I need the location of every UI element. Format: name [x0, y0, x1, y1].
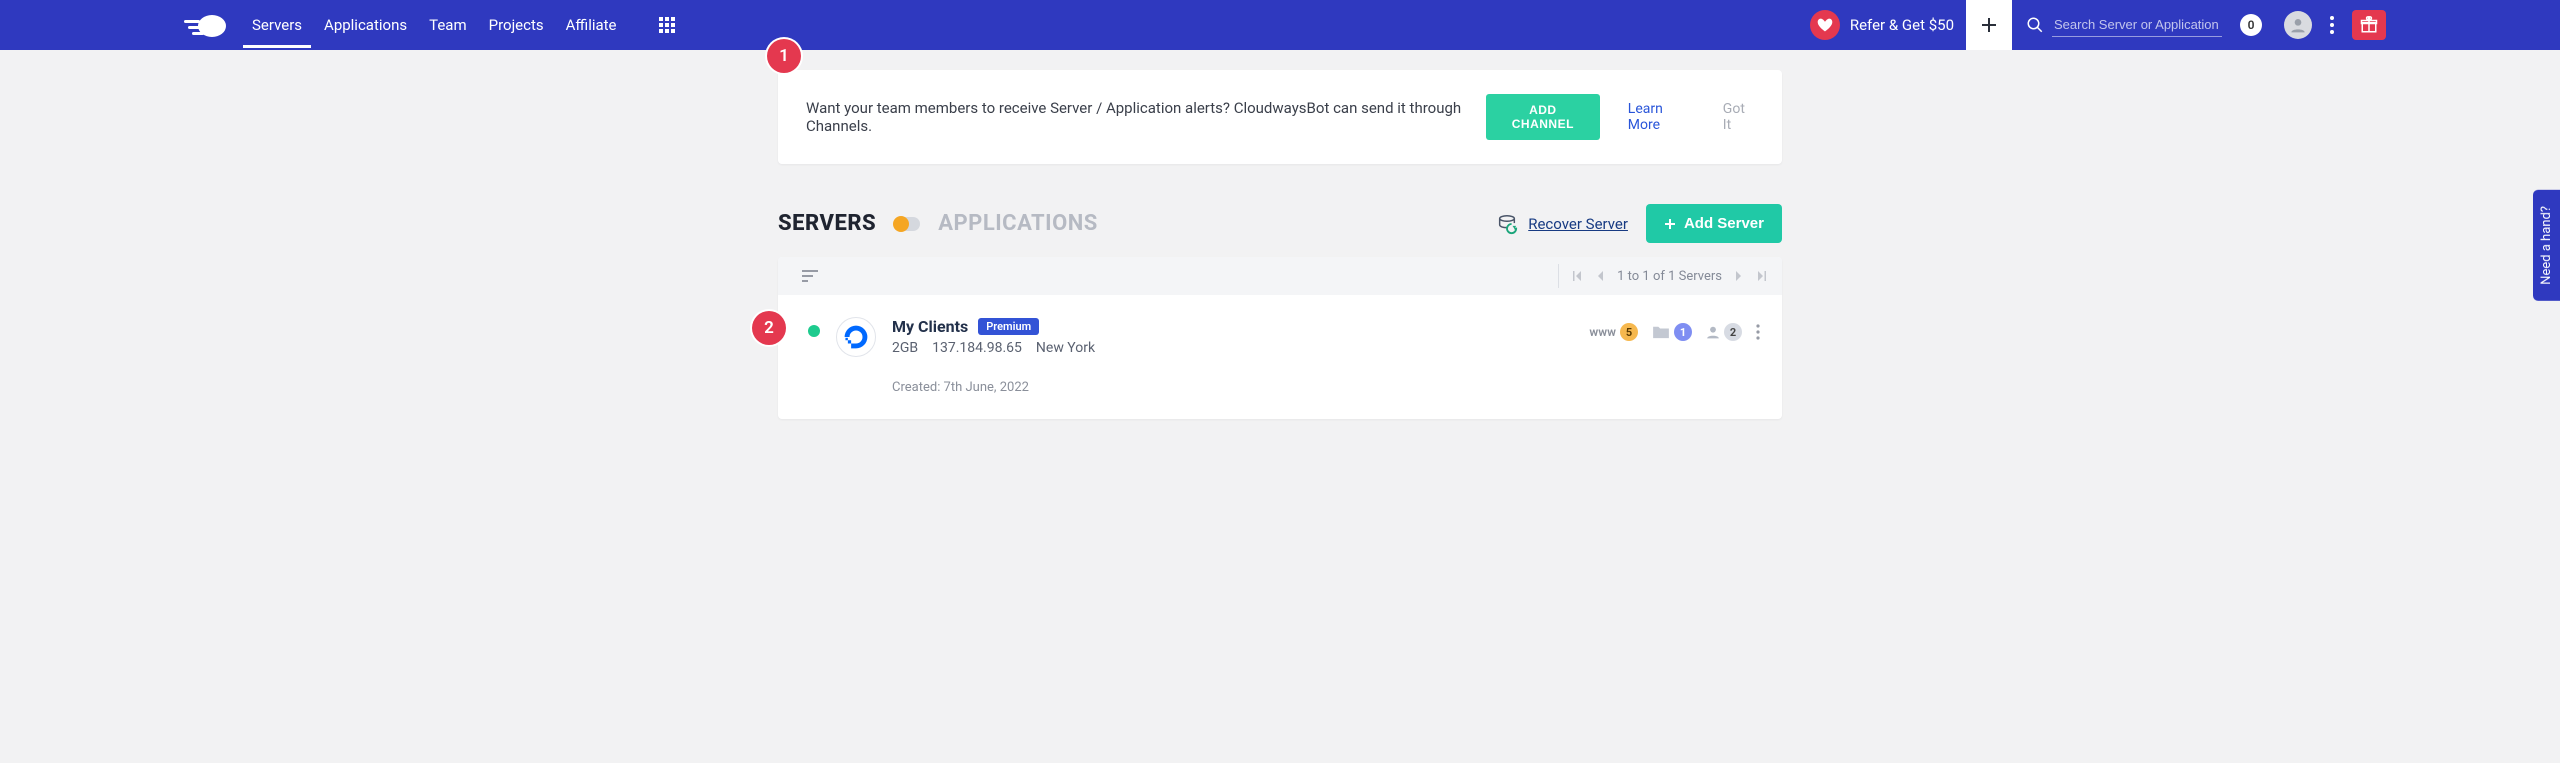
- toggle-knob: [893, 216, 909, 232]
- server-panel: 1 to 1 of 1 Servers 2 My Clients Premium…: [778, 257, 1782, 419]
- nav-servers[interactable]: Servers: [252, 16, 302, 34]
- annotation-marker-1: 1: [767, 39, 801, 73]
- provider-digitalocean-icon: [836, 317, 876, 357]
- server-name: My Clients: [892, 317, 968, 336]
- user-avatar[interactable]: [2284, 11, 2312, 39]
- server-app-toggle[interactable]: [894, 217, 920, 231]
- projects-count-badge: 1: [1674, 323, 1692, 341]
- nav-affiliate[interactable]: Affiliate: [566, 16, 617, 34]
- folder-icon: [1652, 325, 1670, 339]
- tabs-right: Recover Server Add Server: [1496, 204, 1782, 243]
- nav-applications[interactable]: Applications: [324, 16, 407, 34]
- server-title-line: My Clients Premium: [892, 317, 1095, 336]
- top-header: Servers Applications Team Projects Affil…: [0, 0, 2560, 50]
- divider: [1558, 264, 1559, 288]
- server-location: New York: [1036, 340, 1095, 356]
- pager-first-icon[interactable]: [1571, 270, 1583, 282]
- pager-next-icon[interactable]: [1734, 270, 1744, 282]
- header-left: Servers Applications Team Projects Affil…: [0, 0, 675, 50]
- tab-servers[interactable]: SERVERS: [778, 211, 876, 236]
- got-it-button[interactable]: Got It: [1723, 101, 1754, 133]
- server-info: My Clients Premium 2GB 137.184.98.65 New…: [892, 317, 1095, 395]
- add-new-button[interactable]: [1966, 0, 2012, 50]
- annotation-marker-2: 2: [752, 311, 786, 345]
- add-channel-button[interactable]: ADD CHANNEL: [1486, 94, 1600, 140]
- search-wrap: 0: [2012, 0, 2560, 50]
- recover-server[interactable]: Recover Server: [1496, 213, 1628, 235]
- gift-button[interactable]: [2352, 10, 2386, 40]
- server-row-right: www 5 1 2: [1589, 323, 1760, 341]
- refer-link[interactable]: Refer & Get $50: [1810, 0, 1954, 50]
- search-icon: [2026, 16, 2044, 34]
- header-spacer: [675, 0, 1810, 50]
- info-banner-text: Want your team members to receive Server…: [806, 99, 1472, 135]
- tab-applications[interactable]: APPLICATIONS: [938, 211, 1098, 236]
- users-count-badge: 2: [1724, 323, 1742, 341]
- recover-icon: [1496, 213, 1518, 235]
- cloudways-logo[interactable]: [180, 11, 234, 39]
- apps-count[interactable]: www 5: [1589, 323, 1638, 341]
- panel-toolbar: 1 to 1 of 1 Servers: [778, 257, 1782, 295]
- server-created: Created: 7th June, 2022: [892, 380, 1095, 395]
- projects-count[interactable]: 1: [1652, 323, 1692, 341]
- add-server-label: Add Server: [1684, 215, 1764, 232]
- apps-grid-icon[interactable]: [659, 17, 675, 33]
- main-container: 1 Want your team members to receive Serv…: [778, 50, 1782, 419]
- header-more-icon[interactable]: [2330, 16, 2334, 34]
- server-row[interactable]: My Clients Premium 2GB 137.184.98.65 New…: [778, 295, 1782, 419]
- plus-icon: [1664, 218, 1676, 230]
- heart-icon: [1810, 10, 1840, 40]
- user-icon: [1706, 324, 1720, 340]
- users-count[interactable]: 2: [1706, 323, 1742, 341]
- server-row-more-icon[interactable]: [1756, 324, 1760, 340]
- list-tabs: SERVERS APPLICATIONS Recover Server Add …: [778, 204, 1782, 243]
- nav-projects[interactable]: Projects: [489, 16, 544, 34]
- pager-last-icon[interactable]: [1756, 270, 1768, 282]
- apps-count-badge: 5: [1620, 323, 1638, 341]
- refer-label: Refer & Get $50: [1850, 16, 1954, 34]
- pager-text: 1 to 1 of 1 Servers: [1617, 269, 1722, 284]
- nav-team[interactable]: Team: [429, 16, 467, 34]
- server-ip: 137.184.98.65: [932, 340, 1022, 356]
- main-nav: Servers Applications Team Projects Affil…: [252, 16, 675, 34]
- status-dot-running: [808, 325, 820, 337]
- channels-info-banner: Want your team members to receive Server…: [778, 70, 1782, 164]
- search-input[interactable]: [2052, 13, 2222, 37]
- www-label: www: [1589, 325, 1616, 339]
- recover-server-link: Recover Server: [1528, 215, 1628, 233]
- add-server-button[interactable]: Add Server: [1646, 204, 1782, 243]
- server-meta: 2GB 137.184.98.65 New York: [892, 340, 1095, 356]
- sort-icon[interactable]: [802, 269, 820, 283]
- premium-badge: Premium: [978, 318, 1039, 335]
- learn-more-link[interactable]: Learn More: [1628, 101, 1693, 133]
- pager-prev-icon[interactable]: [1595, 270, 1605, 282]
- notification-count[interactable]: 0: [2240, 14, 2262, 36]
- server-ram: 2GB: [892, 340, 918, 356]
- help-side-tab[interactable]: Need a hand?: [2533, 190, 2560, 301]
